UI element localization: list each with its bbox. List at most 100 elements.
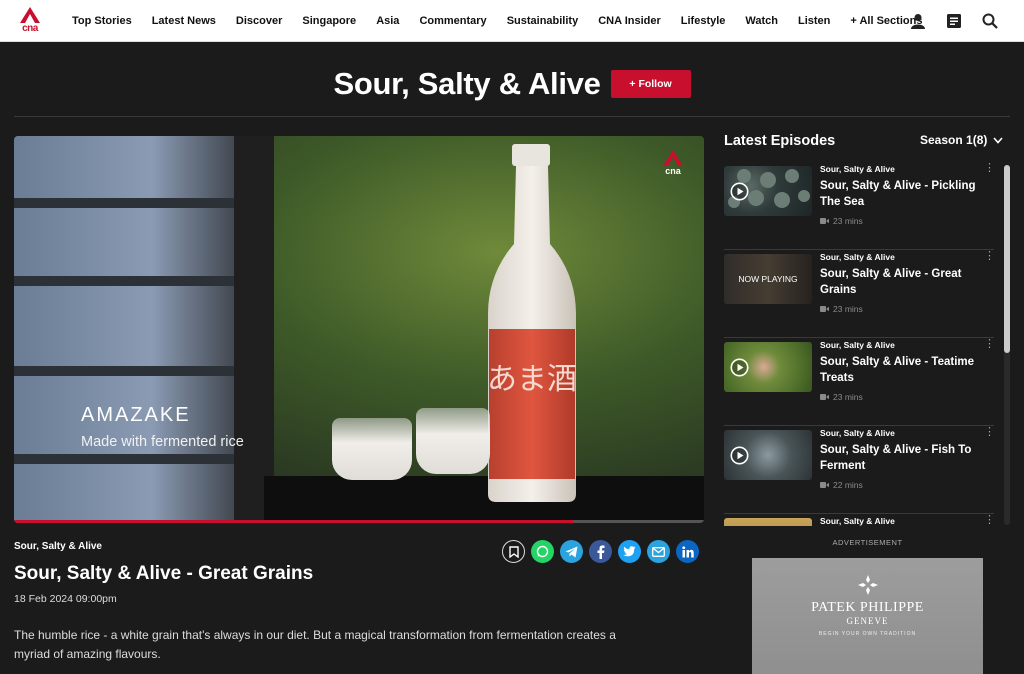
user-icon[interactable] <box>908 11 928 31</box>
chevron-down-icon <box>993 136 1003 144</box>
nav-item-latest-news[interactable]: Latest News <box>152 15 216 27</box>
episode-item[interactable]: NOW PLAYING Sour, Salty & Alive Sour, Sa… <box>724 250 994 338</box>
nav-item-cna-insider[interactable]: CNA Insider <box>598 15 661 27</box>
amazake-bottle-illustration: あま酒 <box>487 144 577 502</box>
nav-item-sustainability[interactable]: Sustainability <box>507 15 579 27</box>
episode-title: Sour, Salty & Alive - Great Grains <box>14 563 314 584</box>
video-watermark: cna <box>662 150 684 180</box>
season-select[interactable]: Season 1(8) <box>920 133 1003 147</box>
more-options-icon[interactable]: ⋮ <box>984 251 994 266</box>
more-options-icon[interactable]: ⋮ <box>984 515 994 526</box>
ad-tagline: BEGIN YOUR OWN TRADITION <box>818 631 917 637</box>
episode-program[interactable]: Sour, Salty & Alive <box>820 340 895 350</box>
bookmark-icon[interactable] <box>502 540 525 563</box>
program-label[interactable]: Sour, Salty & Alive <box>14 541 102 552</box>
episode-program[interactable]: Sour, Salty & Alive <box>820 428 895 438</box>
nav-item-listen[interactable]: Listen <box>798 15 830 27</box>
nav-item-commentary[interactable]: Commentary <box>419 15 486 27</box>
nav-item-watch[interactable]: Watch <box>745 15 778 27</box>
follow-button[interactable]: + Follow <box>610 70 691 98</box>
more-options-icon[interactable]: ⋮ <box>984 163 994 178</box>
bottle-label-text: あま酒 <box>487 362 577 397</box>
newsletter-icon[interactable] <box>944 11 964 31</box>
episode-date: 18 Feb 2024 09:00pm <box>14 593 117 605</box>
video-camera-icon <box>820 394 829 400</box>
video-player[interactable]: あま酒 cna AMAZAKE Made with fermented rice <box>14 136 704 523</box>
video-progress-fill <box>14 520 573 523</box>
share-buttons <box>502 540 699 563</box>
episode-thumbnail[interactable] <box>724 166 812 216</box>
episode-thumbnail[interactable] <box>724 342 812 392</box>
episode-thumbnail[interactable] <box>724 518 812 526</box>
nav-item-discover[interactable]: Discover <box>236 15 282 27</box>
title-divider <box>14 116 1010 117</box>
episode-item[interactable]: Sour, Salty & Alive Sour, Salty & Alive … <box>724 162 994 250</box>
video-camera-icon <box>820 218 829 224</box>
advertisement-banner[interactable]: PATEK PHILIPPE GENEVE BEGIN YOUR OWN TRA… <box>752 558 983 674</box>
cna-logo[interactable]: cna <box>0 0 60 42</box>
more-options-icon[interactable]: ⋮ <box>984 427 994 442</box>
video-post-scene <box>234 136 274 523</box>
video-window-scene <box>14 136 244 523</box>
season-label: Season 1(8) <box>920 133 988 147</box>
video-caption-title: AMAZAKE <box>81 404 191 426</box>
latest-episodes-title: Latest Episodes <box>724 133 836 149</box>
episode-duration: 23 mins <box>820 304 863 314</box>
twitter-icon[interactable] <box>618 540 641 563</box>
linkedin-icon[interactable] <box>676 540 699 563</box>
show-header: Sour, Salty & Alive + Follow <box>0 58 1024 110</box>
episode-item[interactable]: Sour, Salty & Alive ⋮ <box>724 514 994 526</box>
episode-duration: 23 mins <box>820 392 863 402</box>
episode-duration-text: 23 mins <box>833 304 863 314</box>
nav-item-top-stories[interactable]: Top Stories <box>72 15 132 27</box>
video-tray-scene <box>264 476 704 523</box>
episode-duration-text: 22 mins <box>833 480 863 490</box>
watermark-text: cna <box>665 166 681 176</box>
episode-thumbnail[interactable] <box>724 430 812 480</box>
episode-name[interactable]: Sour, Salty & Alive - Teatime Treats <box>820 355 980 386</box>
email-icon[interactable] <box>647 540 670 563</box>
play-icon[interactable] <box>730 358 749 377</box>
episode-description: The humble rice - a white grain that's a… <box>14 628 616 661</box>
play-icon[interactable] <box>730 446 749 465</box>
episode-duration: 23 mins <box>820 216 863 226</box>
nav-item-lifestyle[interactable]: Lifestyle <box>681 15 726 27</box>
play-icon[interactable] <box>730 182 749 201</box>
video-camera-icon <box>820 306 829 312</box>
episode-name[interactable]: Sour, Salty & Alive - Pickling The Sea <box>820 179 980 210</box>
episode-item[interactable]: Sour, Salty & Alive Sour, Salty & Alive … <box>724 338 994 426</box>
video-camera-icon <box>820 482 829 488</box>
advertisement-label: ADVERTISEMENT <box>832 538 903 547</box>
episode-list: Sour, Salty & Alive Sour, Salty & Alive … <box>724 162 994 526</box>
show-title: Sour, Salty & Alive <box>333 66 601 101</box>
now-playing-label: NOW PLAYING <box>724 254 812 304</box>
episode-duration-text: 23 mins <box>833 216 863 226</box>
episode-program[interactable]: Sour, Salty & Alive <box>820 164 895 174</box>
episode-program[interactable]: Sour, Salty & Alive <box>820 252 895 262</box>
episode-name[interactable]: Sour, Salty & Alive - Great Grains <box>820 267 980 298</box>
video-caption-subtitle: Made with fermented rice <box>81 434 244 450</box>
nav-items: Top Stories Latest News Discover Singapo… <box>72 15 942 27</box>
episode-duration: 22 mins <box>820 480 863 490</box>
patek-cross-icon <box>857 575 878 595</box>
episode-program[interactable]: Sour, Salty & Alive <box>820 516 895 526</box>
cna-watermark-icon <box>663 150 683 166</box>
more-options-icon[interactable]: ⋮ <box>984 339 994 354</box>
logo-text: cna <box>22 23 38 34</box>
episode-duration-text: 23 mins <box>833 392 863 402</box>
search-icon[interactable] <box>980 11 1000 31</box>
glass-left <box>332 418 412 480</box>
episode-thumbnail[interactable]: NOW PLAYING <box>724 254 812 304</box>
nav-item-singapore[interactable]: Singapore <box>302 15 356 27</box>
facebook-icon[interactable] <box>589 540 612 563</box>
whatsapp-icon[interactable] <box>531 540 554 563</box>
sidebar-scrollbar-thumb[interactable] <box>1004 165 1010 353</box>
top-nav: cna Top Stories Latest News Discover Sin… <box>0 0 1024 42</box>
nav-icons <box>908 0 1000 42</box>
episode-name[interactable]: Sour, Salty & Alive - Fish To Ferment <box>820 443 980 474</box>
nav-item-asia[interactable]: Asia <box>376 15 399 27</box>
episode-item[interactable]: Sour, Salty & Alive Sour, Salty & Alive … <box>724 426 994 514</box>
cna-logo-icon <box>20 7 40 23</box>
telegram-icon[interactable] <box>560 540 583 563</box>
ad-city: GENEVE <box>846 616 889 626</box>
